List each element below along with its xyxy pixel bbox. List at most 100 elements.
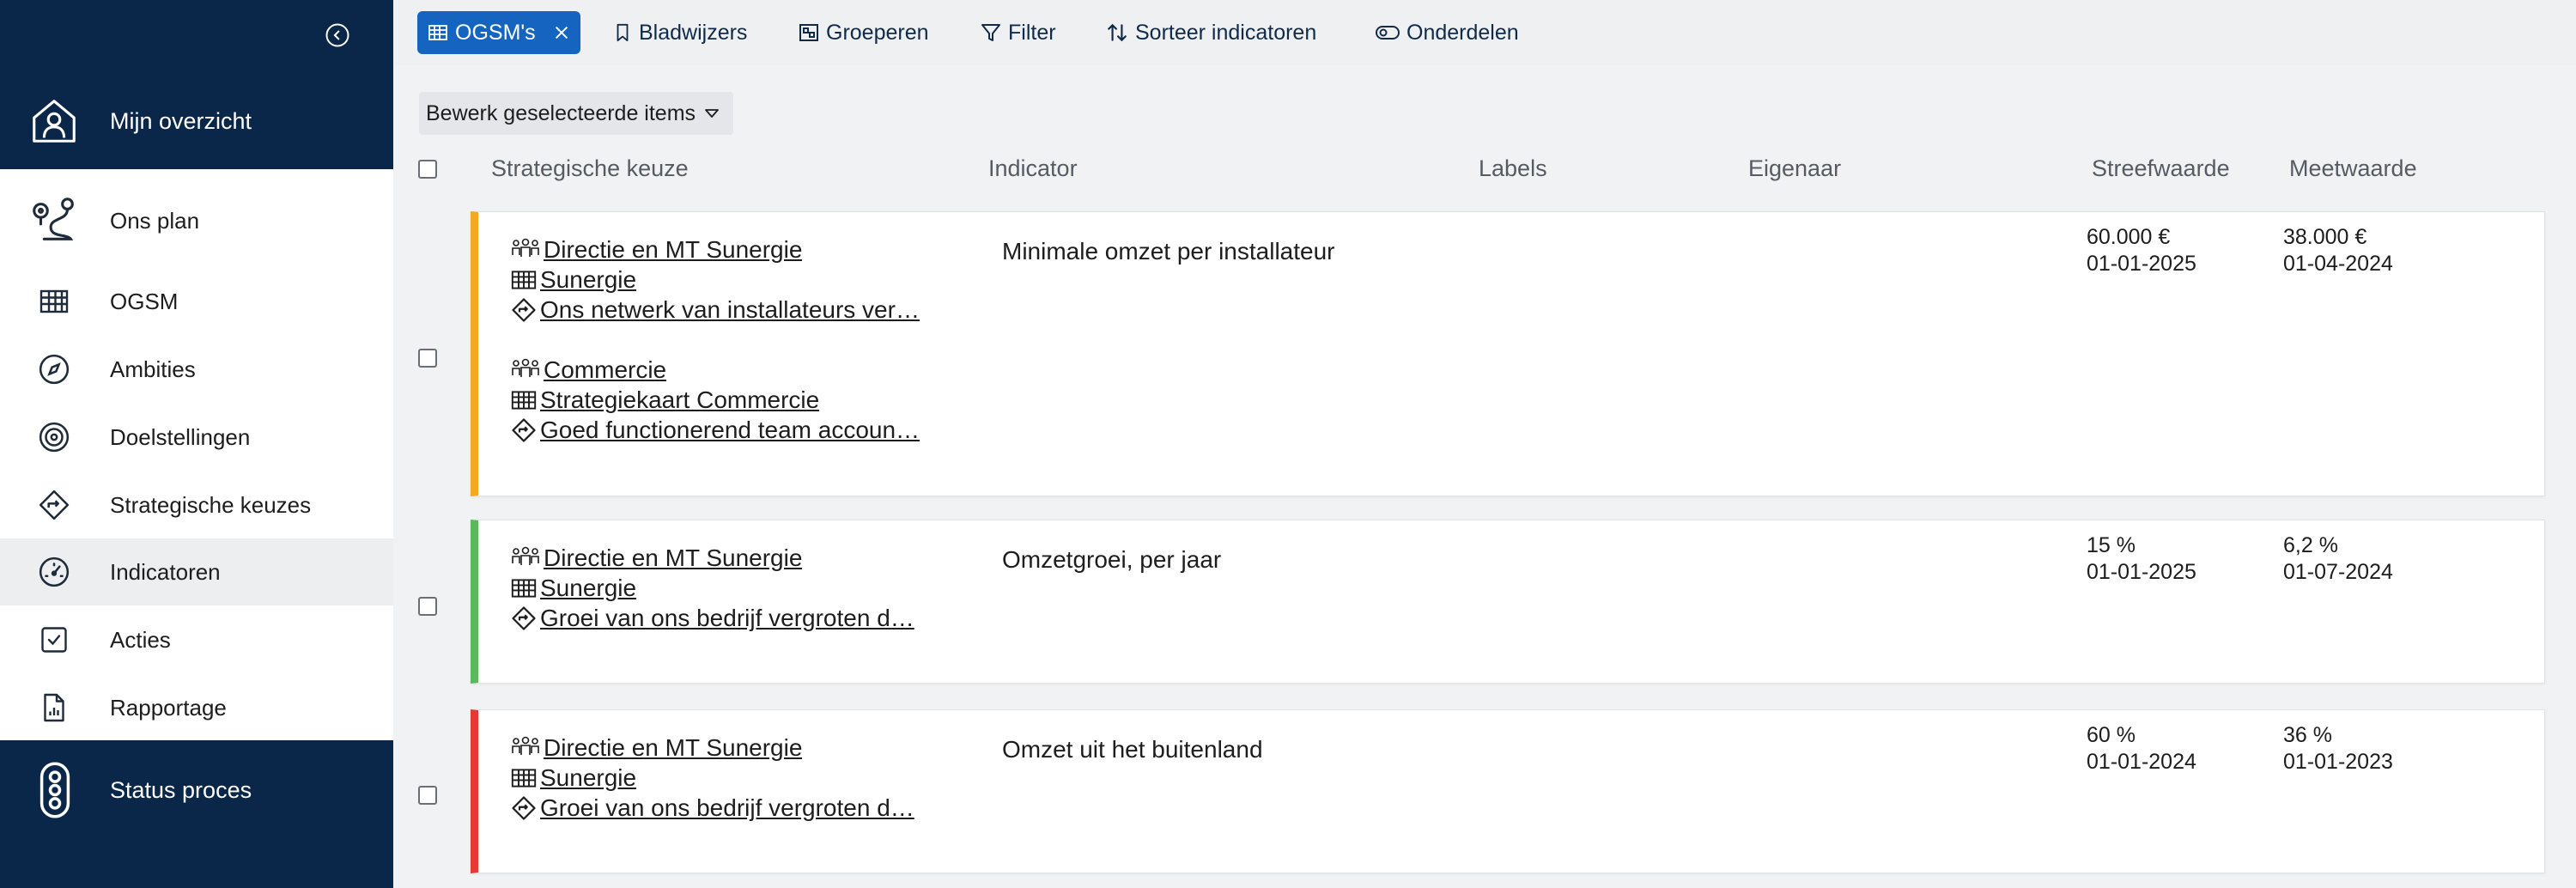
column-header-strategic-choice[interactable]: Strategische keuze [491,155,689,182]
sidebar-item-label: Status proces [110,776,252,803]
chevron-down-icon [705,109,719,118]
sidebar-item-label: Acties [110,626,171,653]
group-label: Groeperen [826,20,929,45]
sidebar-item-mijn-overzicht[interactable]: Mijn overzicht [0,86,393,156]
column-header-labels[interactable]: Labels [1479,155,1547,182]
choice-link[interactable]: Goed functionerend team accoun… [511,417,920,444]
sidebar-item-label: Doelstellingen [110,423,251,450]
column-header-indicator[interactable]: Indicator [988,155,1078,182]
table-icon [33,280,76,323]
sidebar-item-ogsm[interactable]: OGSM [0,268,393,335]
choice-name: Ons netwerk van installateurs ver… [540,296,920,323]
column-header-owner[interactable]: Eigenaar [1748,155,1841,182]
table-icon [428,25,447,40]
table-row[interactable]: Directie en MT Sunergie Sunergie Ons net… [471,211,2545,496]
sidebar-item-ons-plan[interactable]: Ons plan [0,186,393,255]
bulk-edit-label: Bewerk geselecteerde items [426,100,696,125]
team-icon [512,238,539,257]
team-name: Directie en MT Sunergie [544,236,803,263]
plan-link[interactable]: Sunergie [511,764,636,792]
bulk-edit-button[interactable]: Bewerk geselecteerde items [419,92,734,135]
plan-name: Sunergie [540,764,637,791]
traffic-light-icon [31,760,79,820]
indicator-name[interactable]: Omzet uit het buitenland [1002,736,1263,763]
sidebar-item-label: Ambities [110,356,196,382]
plan-link[interactable]: Sunergie [511,575,636,602]
sidebar-item-acties[interactable]: Acties [0,606,393,673]
sort-icon [1108,23,1127,42]
home-person-icon [26,93,82,149]
row-checkbox[interactable] [418,786,437,805]
team-name: Commercie [544,356,667,383]
team-link[interactable]: Directie en MT Sunergie [511,236,802,264]
team-link[interactable]: Directie en MT Sunergie [511,734,802,762]
group-icon [799,24,818,41]
indicator-name[interactable]: Minimale omzet per installateur [1002,238,1335,265]
sidebar-item-label: Strategische keuzes [110,491,312,518]
sidebar-item-strategische-keuzes[interactable]: Strategische keuzes [0,471,393,538]
filter-button[interactable]: Filter [981,12,1056,53]
column-header-measured-value[interactable]: Meetwaarde [2289,155,2417,182]
direction-sign-icon [512,418,536,442]
plan-link[interactable]: Strategiekaart Commercie [511,386,819,414]
team-link[interactable]: Commercie [511,356,666,384]
column-header-target-value[interactable]: Streefwaarde [2092,155,2230,182]
table-icon [511,271,537,289]
measured-date: 01-04-2024 [2283,252,2393,276]
table-row[interactable]: Directie en MT Sunergie Sunergie Groei v… [471,709,2545,873]
select-all-checkbox[interactable] [418,160,437,179]
indicator-name[interactable]: Omzetgroei, per jaar [1002,546,1221,574]
choice-link[interactable]: Groei van ons bedrijf vergroten d… [511,605,914,632]
bookmark-icon [617,23,629,42]
measured-value-cell: 38.000 € 01-04-2024 [2283,224,2393,277]
sidebar-item-indicatoren[interactable]: Indicatoren [0,538,393,605]
chip-label: OGSM's [455,20,536,45]
target-value: 60.000 € [2087,225,2171,249]
team-link[interactable]: Directie en MT Sunergie [511,544,802,572]
toggle-icon [1376,26,1400,40]
table-row[interactable]: Directie en MT Sunergie Sunergie Groei v… [471,520,2545,684]
measured-value: 36 % [2283,723,2332,747]
team-icon [512,358,539,377]
sidebar-item-doelstellingen[interactable]: Doelstellingen [0,404,393,471]
bookmarks-button[interactable]: Bladwijzers [613,12,747,53]
choice-link[interactable]: Groei van ons bedrijf vergroten d… [511,794,914,822]
target-date: 01-01-2025 [2087,252,2196,276]
table-icon [511,391,537,410]
sidebar-item-label: OGSM [110,288,179,314]
sidebar-item-status-proces[interactable]: Status proces [0,756,393,824]
sidebar-item-rapportage[interactable]: Rapportage [0,674,393,741]
close-icon[interactable] [553,24,570,41]
group-button[interactable]: Groeperen [799,12,929,53]
plan-name: Sunergie [540,575,637,601]
row-checkbox[interactable] [418,349,437,368]
sort-label: Sorteer indicatoren [1135,20,1317,45]
choice-link[interactable]: Ons netwerk van installateurs ver… [511,296,920,324]
measured-value: 6,2 % [2283,533,2338,557]
parts-button[interactable]: Onderdelen [1376,12,1519,53]
direction-sign-icon [512,606,536,630]
direction-sign-icon [512,796,536,820]
sidebar-item-label: Ons plan [110,207,200,234]
filter-icon [981,24,1000,41]
plan-name: Sunergie [540,266,637,293]
bookmarks-label: Bladwijzers [639,20,748,45]
plan-link[interactable]: Sunergie [511,266,636,294]
collapse-sidebar-button[interactable] [323,21,352,50]
table-icon [511,579,537,598]
sidebar: Mijn overzicht Ons plan OGSM Ambities Do… [0,0,393,888]
row-checkbox[interactable] [418,597,437,616]
choice-name: Goed functionerend team accoun… [540,417,920,443]
sort-indicators-button[interactable]: Sorteer indicatoren [1106,12,1316,53]
sidebar-item-label: Rapportage [110,694,227,721]
target-date: 01-01-2024 [2087,750,2196,774]
measured-value: 38.000 € [2283,225,2367,249]
ogsm-filter-chip[interactable]: OGSM's [417,11,580,54]
target-value-cell: 60 % 01-01-2024 [2087,722,2196,775]
compass-icon [33,348,76,391]
sidebar-item-ambities[interactable]: Ambities [0,336,393,403]
route-icon [26,192,82,249]
team-icon [512,736,539,755]
checkbox-icon [33,618,76,661]
target-value: 15 % [2087,533,2136,557]
